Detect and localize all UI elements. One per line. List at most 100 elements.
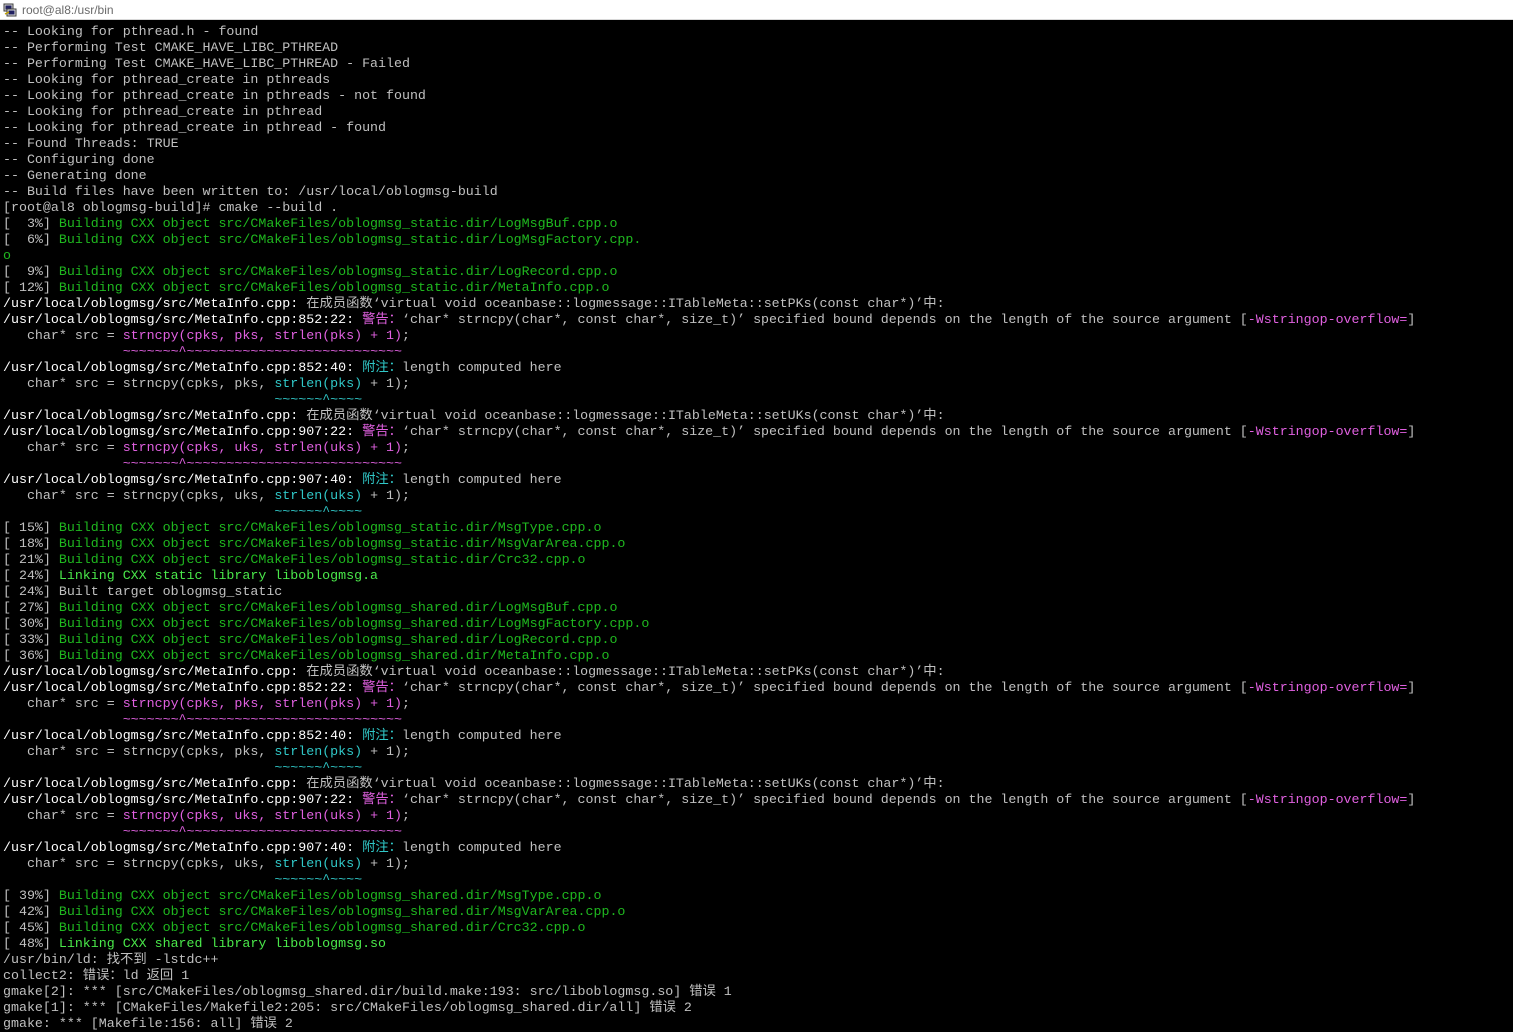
window-title: root@al8:/usr/bin [22,2,114,17]
terminal-line: ~~~~~~^~~~~ [3,760,1513,776]
terminal-text-segment: ] [1407,424,1416,439]
terminal-text-segment: strlen(uks) [274,488,363,503]
terminal-text-segment: 在成员函数‘virtual void oceanbase::logmessage… [306,776,945,791]
terminal-text-segment: Building CXX object src/CMakeFiles/oblog… [58,888,602,903]
terminal-line: /usr/local/oblogmsg/src/MetaInfo.cpp:907… [3,472,1513,488]
terminal-text-segment: Linking CXX static library liboblogmsg.a [58,568,379,583]
terminal-text-segment: Building CXX object src/CMakeFiles/oblog… [58,536,626,551]
terminal-text-segment: char* src = strncpy(cpks, uks, [3,856,275,871]
terminal-text-segment: 附注： [362,728,402,743]
terminal-text-segment: /usr/local/oblogmsg/src/MetaInfo.cpp:907… [3,424,363,439]
terminal-text-segment: Linking CXX shared library liboblogmsg.s… [58,936,387,951]
terminal-text-segment: /usr/local/oblogmsg/src/MetaInfo.cpp:852… [3,680,363,695]
terminal-text-segment: [ 9%] [3,264,59,279]
terminal-text-segment: /usr/local/oblogmsg/src/MetaInfo.cpp:852… [3,728,363,743]
terminal-text-segment: ~~~~~~~^~~~~~~~~~~~~~~~~~~~~~~~~~~~ [122,344,402,359]
terminal-line: gmake: *** [Makefile:156: all] 错误 2 [3,1016,1513,1032]
terminal-line: [ 33%] Building CXX object src/CMakeFile… [3,632,1513,648]
terminal-line: [ 12%] Building CXX object src/CMakeFile… [3,280,1513,296]
terminal-line: -- Configuring done [3,152,1513,168]
terminal-text-segment: strlen(pks) [274,376,363,391]
terminal-line: -- Looking for pthread_create in pthread… [3,72,1513,88]
terminal-line: -- Looking for pthread_create in pthread… [3,120,1513,136]
terminal-line: char* src = strncpy(cpks, uks, strlen(uk… [3,856,1513,872]
terminal-line: [ 15%] Building CXX object src/CMakeFile… [3,520,1513,536]
terminal-text-segment: length computed here [401,728,562,743]
terminal-text-segment: -- Found Threads: TRUE [3,136,179,151]
terminal-text-segment: -- Performing Test CMAKE_HAVE_LIBC_PTHRE… [3,40,339,55]
terminal-text-segment: ; [401,808,410,823]
terminal-line: /usr/local/oblogmsg/src/MetaInfo.cpp: 在成… [3,776,1513,792]
terminal-text-segment: 警告： [362,312,402,327]
terminal-line: -- Performing Test CMAKE_HAVE_LIBC_PTHRE… [3,56,1513,72]
terminal-text-segment: -- Generating done [3,168,147,183]
terminal-text-segment: /usr/local/oblogmsg/src/MetaInfo.cpp:907… [3,472,363,487]
terminal-text-segment: -- Looking for pthread_create in pthread… [3,88,426,103]
terminal-text-segment: ~~~~~~^~~~~ [274,504,363,519]
terminal-line: gmake[1]: *** [CMakeFiles/Makefile2:205:… [3,1000,1513,1016]
terminal-text-segment: ~~~~~~^~~~~ [274,872,363,887]
terminal-text-segment: -Wstringop-overflow= [1247,312,1408,327]
terminal-line: -- Build files have been written to: /us… [3,184,1513,200]
terminal-text-segment: Building CXX object src/CMakeFiles/oblog… [58,904,626,919]
terminal-line: ~~~~~~~^~~~~~~~~~~~~~~~~~~~~~~~~~~~ [3,456,1513,472]
terminal-text-segment: ~~~~~~~^~~~~~~~~~~~~~~~~~~~~~~~~~~~ [122,712,402,727]
terminal-text-segment: 附注： [362,360,402,375]
terminal-text-segment: [ 27%] [3,600,59,615]
terminal-text-segment: 警告： [362,680,402,695]
terminal-line: /usr/bin/ld: 找不到 -lstdc++ [3,952,1513,968]
terminal-text-segment: [ 30%] [3,616,59,631]
terminal-text-segment: -- Build files have been written to: /us… [3,184,498,199]
terminal-text-segment: ; [401,440,410,455]
terminal-line: [ 30%] Building CXX object src/CMakeFile… [3,616,1513,632]
terminal-text-segment: /usr/local/oblogmsg/src/MetaInfo.cpp:852… [3,312,363,327]
terminal-text-segment: -- Performing Test CMAKE_HAVE_LIBC_PTHRE… [3,56,410,71]
terminal-line: [ 36%] Building CXX object src/CMakeFile… [3,648,1513,664]
terminal-line: /usr/local/oblogmsg/src/MetaInfo.cpp: 在成… [3,296,1513,312]
terminal-text-segment: ; [401,696,410,711]
terminal-text-segment: ~~~~~~^~~~~ [274,760,363,775]
terminal-line: char* src = strncpy(cpks, uks, strlen(uk… [3,808,1513,824]
terminal-text-segment: -- Looking for pthread_create in pthread [3,104,323,119]
terminal-text-segment: /usr/local/oblogmsg/src/MetaInfo.cpp:907… [3,840,363,855]
terminal-line: ~~~~~~~^~~~~~~~~~~~~~~~~~~~~~~~~~~~ [3,344,1513,360]
terminal-line: [ 24%] Built target oblogmsg_static [3,584,1513,600]
terminal-text-segment: ‘char* strncpy(char*, const char*, size_… [401,312,1248,327]
terminal-line: ~~~~~~^~~~~ [3,392,1513,408]
terminal-text-segment: collect2: 错误：ld 返回 1 [3,968,190,983]
terminal-text-segment: [ 24%] [3,568,59,583]
terminal-line: char* src = strncpy(cpks, pks, strlen(pk… [3,328,1513,344]
terminal-text-segment: [ 21%] [3,552,59,567]
terminal-text-segment: /usr/local/oblogmsg/src/MetaInfo.cpp: [3,776,307,791]
terminal-text-segment: [ 42%] [3,904,59,919]
terminal-line: [root@al8 oblogmsg-build]# cmake --build… [3,200,1513,216]
terminal-text-segment: [root@al8 oblogmsg-build]# cmake --build… [3,200,339,215]
putty-terminal-icon[interactable] [3,3,17,17]
terminal-line: /usr/local/oblogmsg/src/MetaInfo.cpp:852… [3,312,1513,328]
terminal-line: gmake[2]: *** [src/CMakeFiles/oblogmsg_s… [3,984,1513,1000]
terminal-text-segment: -- Configuring done [3,152,155,167]
terminal-text-segment: + 1); [362,488,410,503]
terminal-text-segment: ‘char* strncpy(char*, const char*, size_… [401,680,1248,695]
terminal-line: -- Found Threads: TRUE [3,136,1513,152]
terminal-text-segment: strlen(pks) [274,744,363,759]
terminal-text-segment: length computed here [401,840,562,855]
terminal-text-segment: ‘char* strncpy(char*, const char*, size_… [401,792,1248,807]
terminal-text-segment: ~~~~~~~^~~~~~~~~~~~~~~~~~~~~~~~~~~~ [122,456,402,471]
terminal-text-segment: /usr/local/oblogmsg/src/MetaInfo.cpp: [3,296,307,311]
terminal-line: /usr/local/oblogmsg/src/MetaInfo.cpp:852… [3,360,1513,376]
terminal-line: [ 3%] Building CXX object src/CMakeFiles… [3,216,1513,232]
terminal-text-segment: ‘char* strncpy(char*, const char*, size_… [401,424,1248,439]
terminal-line: /usr/local/oblogmsg/src/MetaInfo.cpp:852… [3,728,1513,744]
terminal-line: char* src = strncpy(cpks, uks, strlen(uk… [3,440,1513,456]
terminal-line: collect2: 错误：ld 返回 1 [3,968,1513,984]
terminal-output[interactable]: -- Looking for pthread.h - found -- Perfo… [3,24,1513,1032]
terminal-text-segment: strlen(uks) [274,856,363,871]
title-bar[interactable]: root@al8:/usr/bin [0,0,1513,20]
terminal-text-segment: [ 48%] [3,936,59,951]
